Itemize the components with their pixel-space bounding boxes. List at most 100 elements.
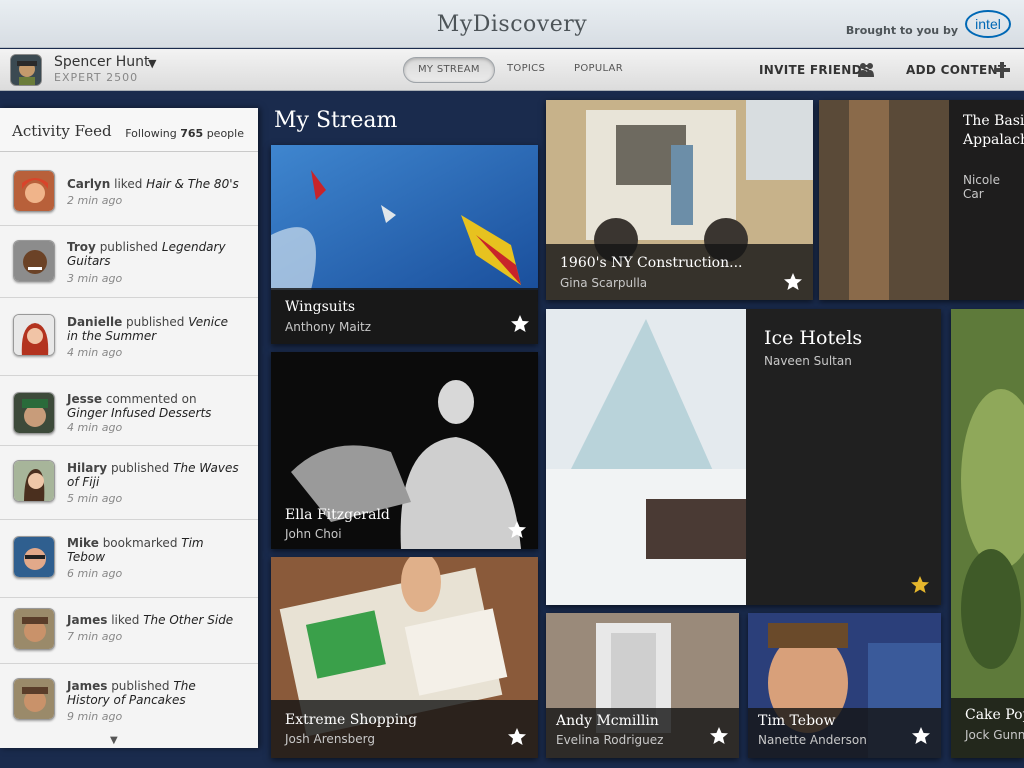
user-avatar-image [11,55,41,85]
tile-author: Evelina Rodriguez [556,733,664,747]
feed-time: 3 min ago [67,272,123,285]
star-icon[interactable] [911,726,931,746]
feed-item[interactable]: Troy published Legendary Guitars 3 min a… [0,226,258,298]
star-icon[interactable] [709,726,729,746]
feed-action: bookmarked [102,536,178,550]
feed-avatar[interactable] [13,460,55,502]
stream-tile-wingsuits[interactable]: Wingsuits Anthony Maitz [271,145,538,344]
star-icon[interactable] [507,520,527,540]
feed-avatar[interactable] [13,392,55,434]
feed-user[interactable]: Mike [67,536,99,550]
tile-title: Andy Mcmillin [556,713,659,729]
feed-item[interactable]: Jesse commented on Ginger Infused Desser… [0,376,258,446]
stream-tile-tim-tebow[interactable]: Tim Tebow Nanette Anderson [748,613,941,758]
stream-tile-appalachian-trail[interactable]: The Basics of the Appalachian Trail Nico… [819,100,1024,300]
following-count-label[interactable]: Following 765 people [125,127,244,140]
tab-my-stream[interactable]: MY STREAM [403,57,495,83]
tile-author: Naveen Sultan [764,354,852,368]
user-level: EXPERT 2500 [54,71,139,84]
feed-time: 4 min ago [67,346,123,359]
tile-title: Extreme Shopping [285,712,418,728]
stream-tile-ice-hotels[interactable]: Ice Hotels Naveen Sultan [546,309,941,605]
feed-user[interactable]: Carlyn [67,177,110,191]
tab-topics[interactable]: TOPICS [493,57,559,83]
tile-title: 1960's NY Construction... [560,255,743,271]
tile-title: Wingsuits [285,299,356,315]
activity-feed-header: Activity Feed Following 765 people [0,108,258,152]
stream-title: My Stream [274,108,398,133]
feed-user[interactable]: Hilary [67,461,107,475]
tile-title: Ice Hotels [764,327,863,349]
following-count: 765 [180,127,204,140]
stream-tile-extreme-shopping[interactable]: Extreme Shopping Josh Arensberg [271,557,538,758]
scroll-down-icon[interactable]: ▼ [110,735,118,746]
feed-action: commented on [105,392,197,406]
feed-item[interactable]: James liked The Other Side 7 min ago [0,598,258,664]
feed-item[interactable]: Hilary published The Waves of Fiji 5 min… [0,446,258,520]
feed-user[interactable]: James [67,679,107,693]
activity-feed-title: Activity Feed [12,122,112,140]
invite-friends-button[interactable]: INVITE FRIENDS [759,63,871,77]
tile-author: John Choi [285,527,342,541]
stream-tile-ny-construction[interactable]: 1960's NY Construction... Gina Scarpulla [546,100,813,300]
feed-action: liked [111,613,140,627]
feed-time: 9 min ago [67,710,123,723]
feed-avatar[interactable] [13,240,55,282]
plus-icon[interactable] [993,61,1011,79]
feed-action: published [111,679,170,693]
tile-author: Nicole Car [963,173,1000,201]
tile-author: Gina Scarpulla [560,276,648,290]
stream-tile-ella-fitzgerald[interactable]: Ella Fitzgerald John Choi [271,352,538,549]
feed-action: liked [114,177,143,191]
star-icon[interactable] [507,727,527,747]
tile-title: The Basics of the Appalachian Trail [963,113,1024,148]
feed-avatar[interactable] [13,678,55,720]
feed-user[interactable]: Jesse [67,392,102,406]
feed-subject[interactable]: The Other Side [143,613,233,627]
tile-author: Jock Gunn [965,728,1024,742]
activity-feed-panel: Activity Feed Following 765 people Carly… [0,108,258,748]
tab-popular[interactable]: POPULAR [560,57,637,83]
feed-time: 4 min ago [67,421,123,434]
feed-item[interactable]: Danielle published Venice in the Summer … [0,298,258,376]
feed-subject[interactable]: Ginger Infused Desserts [67,406,211,420]
feed-action: published [126,315,185,329]
feed-avatar[interactable] [13,536,55,578]
tile-author: Josh Arensberg [285,732,376,746]
following-prefix: Following [125,127,177,140]
tile-title: Cake Pop [965,707,1024,723]
people-icon[interactable] [857,61,875,79]
chevron-down-icon[interactable]: ▼ [148,57,156,70]
intel-logo-text: intel [975,16,1001,32]
tile-image [546,309,746,605]
feed-time: 5 min ago [67,492,123,505]
feed-item[interactable]: James published The History of Pancakes … [0,664,258,736]
stream-tile-andy-mcmillin[interactable]: Andy Mcmillin Evelina Rodriguez [546,613,739,758]
feed-user[interactable]: James [67,613,107,627]
feed-item[interactable]: Carlyn liked Hair & The 80's 2 min ago [0,152,258,226]
feed-avatar[interactable] [13,314,55,356]
user-name[interactable]: Spencer Hunt [54,54,150,70]
user-avatar[interactable] [10,54,42,86]
tile-image [271,145,538,290]
feed-action: published [110,461,170,475]
star-icon[interactable] [783,272,803,292]
feed-time: 6 min ago [67,567,123,580]
star-icon[interactable] [510,314,530,334]
feed-subject[interactable]: Hair & The 80's [146,177,239,191]
feed-avatar[interactable] [13,608,55,650]
star-icon-active[interactable] [910,575,930,595]
add-content-button[interactable]: ADD CONTENT [906,63,1006,77]
stream-tile-cake-pop[interactable]: Cake Pop Jock Gunn [951,309,1024,758]
title-bar: MyDiscovery Brought to you by intel [0,0,1024,48]
tile-author: Anthony Maitz [285,320,372,334]
tile-image [951,309,1024,758]
tile-title: Ella Fitzgerald [285,507,390,523]
brought-by-label: Brought to you by [845,24,958,37]
intel-logo-icon: intel [965,10,1011,38]
feed-item[interactable]: Mike bookmarked Tim Tebow 6 min ago [0,520,258,598]
nav-bar: Spencer Hunt ▼ EXPERT 2500 MY STREAM TOP… [0,49,1024,91]
feed-avatar[interactable] [13,170,55,212]
feed-user[interactable]: Troy [67,240,96,254]
feed-user[interactable]: Danielle [67,315,122,329]
